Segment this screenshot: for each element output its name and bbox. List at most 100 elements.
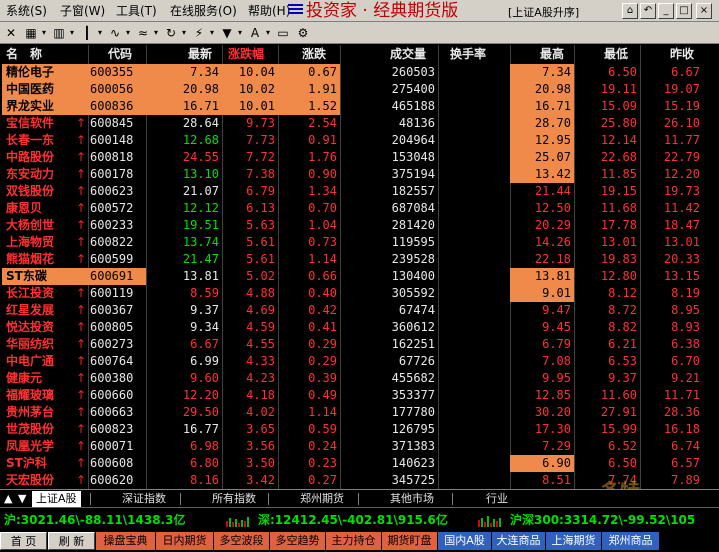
table-row[interactable]: 中路股份 600818 24.55 7.72 1.76 153048 25.07 22.68 2… (0, 149, 719, 166)
tab-sz-index[interactable]: 深证指数 (122, 491, 166, 507)
lightning-icon[interactable]: ⚡ (190, 25, 208, 41)
stock-code: 600845 (90, 116, 134, 130)
table-row[interactable]: 中电广通 600764 6.99 4.33 0.29 67726 7.08 6.53 6.70 ↑ (0, 353, 719, 370)
caret-icon[interactable]: ▾ (152, 25, 160, 41)
col-turnover[interactable]: 换手率 (450, 45, 486, 63)
stock-price: 9.34 (190, 320, 219, 334)
bottom-button-3[interactable]: 日内期货 (156, 532, 213, 550)
filter-icon[interactable]: ▼ (218, 25, 236, 41)
col-price[interactable]: 最新 (188, 45, 212, 63)
bar-chart-icon[interactable]: ▥ (50, 25, 68, 41)
close-icon[interactable]: ✕ (2, 25, 20, 41)
tab-industry[interactable]: 行业 (486, 491, 508, 507)
stock-change: 0.29 (308, 354, 337, 368)
refresh-icon[interactable]: ↻ (162, 25, 180, 41)
stock-price: 6.67 (190, 337, 219, 351)
tab-sh-a[interactable]: 上证A股 (32, 491, 81, 507)
settings-icon[interactable]: ⚙ (294, 25, 312, 41)
caret-icon[interactable]: ▾ (68, 25, 76, 41)
menu-help[interactable]: 帮助(H) (248, 4, 290, 18)
tabs-next-icon[interactable]: ▼ (18, 491, 26, 507)
bottom-button-2[interactable]: 操盘宝典 (96, 532, 155, 550)
table-row[interactable]: 贵州茅台 600663 29.50 4.02 1.14 177780 30.20 27.91 2… (0, 404, 719, 421)
minimize-icon[interactable]: _ (658, 3, 674, 19)
table-row[interactable]: 华丽纺织 600273 6.67 4.55 0.29 162251 6.79 6.21 6.38… (0, 336, 719, 353)
bottom-button-10[interactable]: 上海期货 (546, 532, 601, 550)
caret-icon[interactable]: ▾ (236, 25, 244, 41)
bottom-button-7[interactable]: 期货盯盘 (382, 532, 437, 550)
caret-icon[interactable]: ▾ (180, 25, 188, 41)
table-row[interactable]: 世茂股份 600823 16.77 3.65 0.59 126795 17.30 15.99 1… (0, 421, 719, 438)
close-icon[interactable]: × (696, 3, 712, 19)
caret-icon[interactable]: ▾ (96, 25, 104, 41)
stock-prev-close: 26.10 (663, 116, 700, 130)
table-row[interactable]: 红星发展 600367 9.37 4.69 0.42 67474 9.47 8.72 8.95 ↑ (0, 302, 719, 319)
table-row[interactable]: ST沪科 600608 6.80 3.50 0.23 140623 6.90 6.50 6.57… (0, 455, 719, 472)
table-row[interactable]: 东安动力 600178 13.10 7.38 0.90 375194 13.42 11.85 1… (0, 166, 719, 183)
toolbar: ✕ ▦ ▾ ▥ ▾ ┃ ▾ ∿ ▾ ≈ ▾ ↻ ▾ ⚡ ▾ ▼ ▾ A ▾ ▭ … (0, 22, 719, 44)
caret-icon[interactable]: ▾ (40, 25, 48, 41)
stock-prev-close: 13.15 (663, 269, 700, 283)
col-pct[interactable]: 涨跌幅 (228, 45, 264, 63)
table-row[interactable]: 健康元 600380 9.60 4.23 0.39 455682 9.95 9.37 9.21 ↑ (0, 370, 719, 387)
col-chg[interactable]: 涨跌 (302, 45, 326, 63)
stock-prev-close: 20.33 (663, 252, 700, 266)
bottom-button-6[interactable]: 主力持仓 (326, 532, 381, 550)
table-row[interactable]: 宝信软件 600845 28.64 9.73 2.54 48136 28.70 25.80 26… (0, 115, 719, 132)
stock-high: 9.95 (542, 371, 571, 385)
caret-icon[interactable]: ▾ (124, 25, 132, 41)
table-row[interactable]: 长江投资 600119 8.59 4.88 0.40 305592 9.01 8.12 8.19… (0, 285, 719, 302)
col-code[interactable]: 代码 (108, 45, 132, 63)
stock-volume: 177780 (391, 405, 435, 419)
table-row[interactable]: 中国医药 600056 20.98 10.02 1.91 275400 20.98 19.11… (0, 81, 719, 98)
table-row[interactable]: 长春一东 600148 12.68 7.73 0.91 204964 12.95 12.14 1… (0, 132, 719, 149)
text-size-icon[interactable]: A (246, 25, 264, 41)
table-row[interactable]: 凤凰光学 600071 6.98 3.56 0.24 371383 7.29 6.52 6.74… (0, 438, 719, 455)
bottom-button-0[interactable]: 首 页 (0, 532, 47, 550)
tabs-prev-icon[interactable]: ▲ (4, 491, 12, 507)
col-high[interactable]: 最高 (540, 45, 564, 63)
tab-other-markets[interactable]: 其他市场 (390, 491, 434, 507)
home-icon[interactable]: ⌂ (622, 3, 638, 19)
line-chart-icon[interactable]: ∿ (106, 25, 124, 41)
maximize-icon[interactable]: □ (676, 3, 692, 19)
bottom-button-8[interactable]: 国内A股 (438, 532, 491, 550)
menu-system[interactable]: 系统(S) (6, 4, 47, 18)
grid-icon[interactable]: ▦ (22, 25, 40, 41)
col-prev[interactable]: 昨收 (670, 45, 694, 63)
table-row[interactable]: 康恩贝 600572 12.12 6.13 0.70 687084 12.50 11.68 11… (0, 200, 719, 217)
table-row[interactable]: 悦达投资 600805 9.34 4.59 0.41 360612 9.45 8.82 8.93… (0, 319, 719, 336)
col-vol[interactable]: 成交量 (390, 45, 426, 63)
table-row[interactable]: 界龙实业 600836 16.71 10.01 1.52 465188 16.71 15.09… (0, 98, 719, 115)
menu-tools[interactable]: 工具(T) (116, 4, 157, 18)
candlestick-icon[interactable]: ┃ (78, 25, 96, 41)
col-name[interactable]: 名 称 (6, 45, 42, 63)
table-row[interactable]: 精伦电子 600355 7.34 10.04 0.67 260503 7.34 6.50 6.6… (0, 64, 719, 81)
bottom-button-5[interactable]: 多空趋势 (270, 532, 325, 550)
table-row[interactable]: 熊猫烟花 600599 21.47 5.61 1.14 239528 22.18 19.83 2… (0, 251, 719, 268)
table-row[interactable]: 福耀玻璃 600660 12.20 4.18 0.49 353377 12.85 11.60 1… (0, 387, 719, 404)
tab-zz-futures[interactable]: 郑州期货 (300, 491, 344, 507)
col-low[interactable]: 最低 (604, 45, 628, 63)
caret-icon[interactable]: ▾ (264, 25, 272, 41)
menu-window[interactable]: 子窗(W) (60, 4, 105, 18)
table-row[interactable]: 上海物贸 600822 13.74 5.61 0.73 119595 14.26 13.01 1… (0, 234, 719, 251)
table-row[interactable]: 大杨创世 600233 19.51 5.63 1.04 281420 20.29 17.78 1… (0, 217, 719, 234)
back-icon[interactable]: ↶ (640, 3, 656, 19)
stock-high: 12.85 (534, 388, 571, 402)
stock-high: 20.29 (534, 218, 571, 232)
wave-icon[interactable]: ≈ (134, 25, 152, 41)
table-row[interactable]: 双钱股份 600623 21.07 6.79 1.34 182557 21.44 19.15 1… (0, 183, 719, 200)
menu-online-service[interactable]: 在线服务(O) (170, 4, 237, 18)
stock-volume: 371383 (391, 439, 435, 453)
stock-high: 25.07 (510, 149, 574, 166)
bottom-button-1[interactable]: 刷 新 (48, 532, 95, 550)
table-row[interactable]: ST东碳 600691 13.81 5.02 0.66 130400 13.81 12.80 1… (0, 268, 719, 285)
monitor-icon[interactable]: ▭ (274, 25, 292, 41)
bottom-button-9[interactable]: 大连商品 (492, 532, 545, 550)
bottom-button-11[interactable]: 郑州商品 (602, 532, 659, 550)
tab-all-index[interactable]: 所有指数 (212, 491, 256, 507)
bottom-button-4[interactable]: 多空波段 (214, 532, 269, 550)
stock-change: 0.73 (308, 235, 337, 249)
caret-icon[interactable]: ▾ (208, 25, 216, 41)
